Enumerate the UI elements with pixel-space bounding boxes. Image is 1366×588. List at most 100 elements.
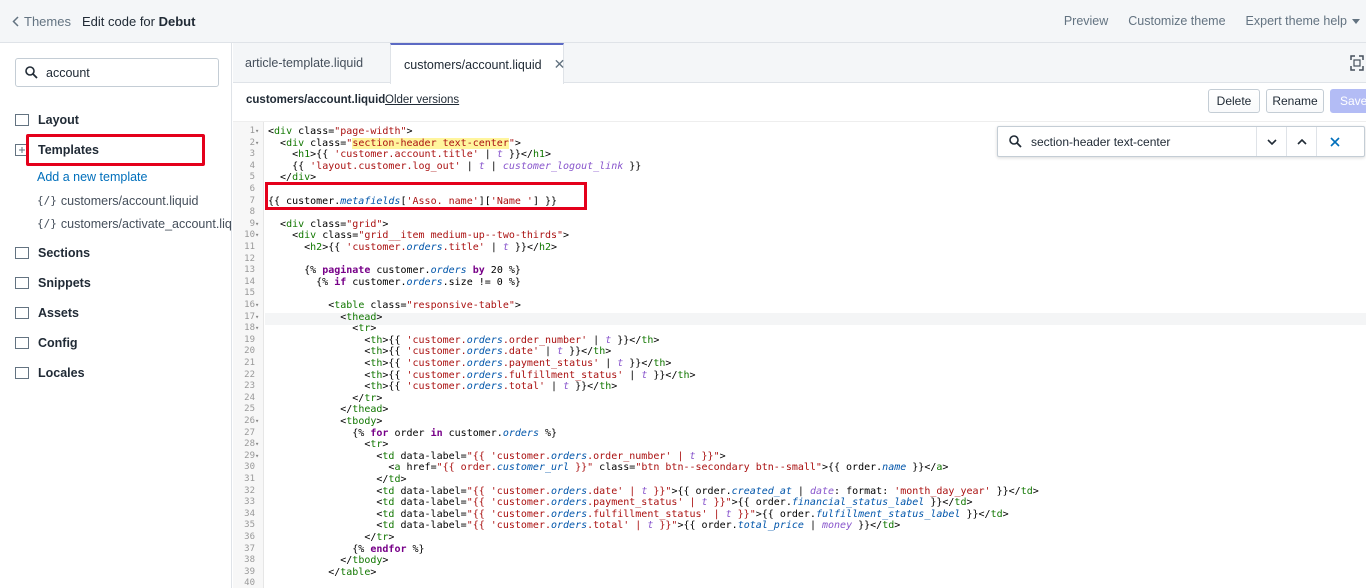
older-versions-link[interactable]: Older versions <box>385 94 459 106</box>
fold-toggle-icon[interactable]: ▾ <box>255 219 259 231</box>
folder-label: Layout <box>38 113 79 127</box>
code-text: </td> <box>268 474 407 485</box>
fold-toggle-icon[interactable]: ▾ <box>255 312 259 324</box>
page-title: Edit code for Debut <box>82 14 195 29</box>
code-line: 40 <box>233 578 1366 588</box>
fullscreen-icon[interactable] <box>1350 55 1364 71</box>
code-text: </tr> <box>268 392 383 404</box>
fold-toggle-icon[interactable]: ▾ <box>255 138 259 150</box>
line-number: 39 <box>244 566 255 577</box>
page-title-prefix: Edit code for <box>82 14 159 29</box>
file-label: customers/activate_account.liquid <box>60 216 232 231</box>
code-text: <tr> <box>268 323 377 335</box>
line-number: 35 <box>244 520 255 531</box>
expert-theme-help-label: Expert theme help <box>1245 14 1347 28</box>
code-line: 14 {% if customer.orders.size != 0 %} <box>233 277 1366 289</box>
rename-button[interactable]: Rename <box>1266 89 1324 113</box>
code-text: </tr> <box>268 532 395 543</box>
expert-theme-help-link[interactable]: Expert theme help <box>1246 14 1360 28</box>
current-file-name: customers/account.liquid <box>246 94 386 106</box>
line-number: 2 <box>249 137 255 148</box>
code-line: 9 ▾ <div class="grid"> <box>233 219 1366 231</box>
folder-config[interactable]: Config <box>15 328 231 358</box>
code-text: {{ customer.metafields['Asso. name']['Na… <box>268 195 558 207</box>
customize-theme-link[interactable]: Customize theme <box>1128 14 1225 28</box>
folder-plus-icon <box>15 144 29 156</box>
code-line: 19 <th>{{ 'customer.orders.order_number'… <box>233 335 1366 347</box>
code-line: 33 <td data-label="{{ 'customer.orders.p… <box>233 497 1366 509</box>
fold-toggle-icon[interactable]: ▾ <box>255 300 259 312</box>
line-number: 21 <box>244 358 255 368</box>
code-text: <th>{{ 'customer.orders.order_number' | … <box>268 334 660 346</box>
line-number: 26 <box>244 416 255 426</box>
folder-icon <box>15 337 29 349</box>
line-number: 6 <box>249 184 255 194</box>
folder-sections[interactable]: Sections <box>15 238 231 268</box>
code-text: <td data-label="{{ 'customer.orders.tota… <box>268 520 901 532</box>
find-previous-button[interactable] <box>1286 127 1316 156</box>
line-number: 33 <box>244 497 255 508</box>
back-to-themes-link[interactable]: Themes <box>12 14 71 29</box>
folder-assets[interactable]: Assets <box>15 298 231 328</box>
delete-button[interactable]: Delete <box>1208 89 1260 113</box>
add-new-template-link[interactable]: Add a new template <box>37 165 231 189</box>
code-line: 11 <h2>{{ 'customer.orders.title' | t }}… <box>233 242 1366 254</box>
code-line: 25 </thead> <box>233 404 1366 416</box>
chevron-up-icon <box>1296 138 1307 145</box>
code-line: 29 ▾ <td data-label="{{ 'customer.orders.… <box>233 451 1366 463</box>
code-text: <th>{{ 'customer.orders.date' | t }}</th… <box>268 346 612 358</box>
code-line: 28 ▾ <tr> <box>233 439 1366 451</box>
tab-article-template[interactable]: article-template.liquid <box>233 43 389 83</box>
code-line: 35 <td data-label="{{ 'customer.orders.t… <box>233 520 1366 532</box>
code-line: 17 ▾ <thead> <box>233 312 1366 324</box>
code-text: <thead> <box>268 311 383 323</box>
folder-snippets[interactable]: Snippets <box>15 268 231 298</box>
line-number: 20 <box>244 346 255 357</box>
close-icon[interactable]: ✕ <box>554 56 566 73</box>
folder-templates[interactable]: Templates <box>15 135 231 165</box>
line-number: 10 <box>244 230 255 241</box>
theme-name: Debut <box>158 14 196 29</box>
file-search-input[interactable] <box>46 65 196 80</box>
line-number: 31 <box>244 474 255 484</box>
line-number: 29 <box>244 450 255 461</box>
fold-toggle-icon[interactable]: ▾ <box>255 323 259 335</box>
line-number: 36 <box>244 532 255 542</box>
code-line: 31 </td> <box>233 474 1366 486</box>
find-input[interactable] <box>1031 134 1256 149</box>
fold-toggle-icon[interactable]: ▾ <box>255 451 259 463</box>
fold-toggle-icon[interactable]: ▾ <box>255 230 259 242</box>
code-text: <div class="page-width"> <box>268 126 413 137</box>
save-button[interactable]: Save <box>1330 89 1366 113</box>
preview-link[interactable]: Preview <box>1064 14 1108 28</box>
find-options-button[interactable] <box>1256 127 1286 156</box>
code-text: {% endfor %} <box>268 543 425 555</box>
code-editor[interactable]: 1 ▾ <div class="page-width"> 2 ▾ <div class=… <box>233 121 1366 588</box>
code-text: <th>{{ 'customer.orders.total' | t }}</t… <box>268 381 618 393</box>
code-text: <td data-label="{{ 'customer.orders.fulf… <box>268 508 1009 520</box>
line-number: 16 <box>244 300 255 310</box>
file-search[interactable] <box>15 58 219 87</box>
find-close-button[interactable] <box>1316 127 1352 156</box>
fold-toggle-icon[interactable]: ▾ <box>255 126 259 138</box>
folder-icon <box>15 277 29 289</box>
line-number: 14 <box>244 276 255 287</box>
code-line: 39 </table> <box>233 567 1366 579</box>
folder-label: Config <box>38 336 78 350</box>
folder-layout[interactable]: Layout <box>15 105 231 135</box>
folder-locales[interactable]: Locales <box>15 358 231 388</box>
folder-label: Snippets <box>38 276 91 290</box>
fold-toggle-icon[interactable]: ▾ <box>255 416 259 428</box>
code-text: <div class="grid__item medium-up--two-th… <box>268 230 570 242</box>
file-item-customers-activate-account[interactable]: {/} customers/activate_account.liquid <box>37 212 232 235</box>
line-number: 5 <box>249 172 255 183</box>
sidebar: Layout Templates Add a new template {/} … <box>0 43 232 588</box>
code-line: 21 <th>{{ 'customer.orders.payment_statu… <box>233 358 1366 370</box>
fold-toggle-icon[interactable]: ▾ <box>255 439 259 451</box>
file-item-customers-account[interactable]: {/} customers/account.liquid <box>37 189 231 212</box>
tab-customers-account[interactable]: customers/account.liquid ✕ <box>390 43 566 84</box>
code-text: <h2>{{ 'customer.orders.title' | t }}</h… <box>268 242 558 253</box>
code-line: 20 <th>{{ 'customer.orders.date' | t }}<… <box>233 346 1366 358</box>
chevron-down-icon <box>1352 18 1360 24</box>
line-number: 15 <box>244 288 255 299</box>
